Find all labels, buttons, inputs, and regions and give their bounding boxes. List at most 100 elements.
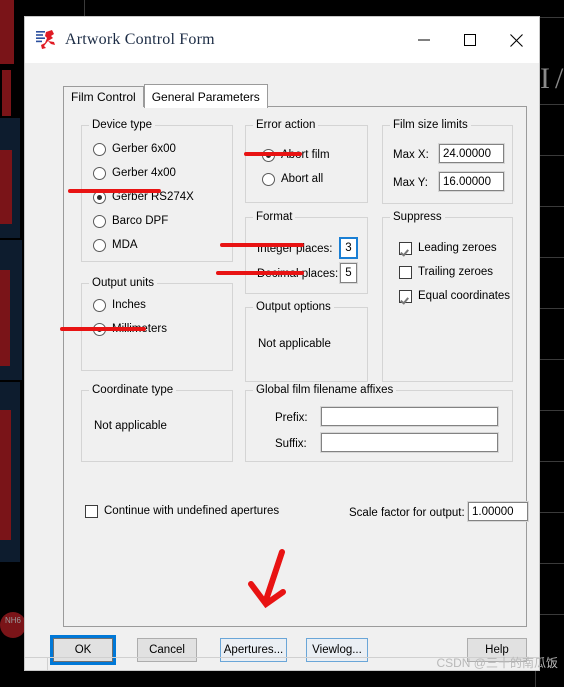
canvas-glyph: / bbox=[555, 62, 564, 95]
panel-row-divider bbox=[535, 461, 564, 462]
checkbox-trailing-zeroes[interactable]: Trailing zeroes bbox=[399, 264, 493, 280]
max-x-label: Max X: bbox=[393, 149, 429, 161]
panel-row-divider bbox=[535, 563, 564, 564]
radio-mda[interactable]: MDA bbox=[93, 237, 138, 253]
panel-row-divider bbox=[535, 104, 564, 105]
radio-label: Abort all bbox=[281, 173, 324, 185]
device-type-legend: Device type bbox=[89, 119, 156, 131]
integer-places-input[interactable]: 3 bbox=[340, 238, 357, 258]
checkbox-equal-coordinates[interactable]: Equal coordinates bbox=[399, 288, 510, 304]
panel-row-divider bbox=[535, 410, 564, 411]
suppress-group: Suppress Leading zeroes Trailing zeroes … bbox=[382, 211, 513, 382]
max-x-input[interactable]: 24.00000 bbox=[439, 144, 504, 163]
decimal-places-input[interactable]: 5 bbox=[340, 263, 357, 283]
pcb-trace bbox=[0, 270, 10, 366]
error-action-group: Error action Abort film Abort all bbox=[245, 119, 368, 203]
prefix-label: Prefix: bbox=[275, 412, 308, 424]
prefix-input[interactable] bbox=[321, 407, 498, 426]
annotation-underline-millimeters bbox=[60, 327, 146, 331]
maximize-icon bbox=[464, 34, 476, 46]
minimize-icon bbox=[418, 39, 430, 41]
max-y-input[interactable]: 16.00000 bbox=[439, 172, 504, 191]
radio-indicator bbox=[262, 172, 275, 186]
panel-row-divider bbox=[535, 308, 564, 309]
output-units-legend: Output units bbox=[89, 277, 158, 289]
checkbox-continue-undefined-apertures[interactable]: Continue with undefined apertures bbox=[85, 503, 279, 519]
checkbox-indicator bbox=[399, 289, 412, 303]
checkbox-indicator bbox=[85, 504, 98, 518]
ok-button[interactable]: OK bbox=[53, 638, 113, 662]
radio-indicator bbox=[93, 298, 106, 312]
radio-indicator bbox=[93, 166, 106, 180]
panel-row-divider bbox=[535, 257, 564, 258]
suffix-input[interactable] bbox=[321, 433, 498, 452]
close-icon bbox=[509, 33, 523, 47]
pcb-trace bbox=[2, 70, 11, 116]
panel-row-divider bbox=[535, 359, 564, 360]
tab-film-control[interactable]: Film Control bbox=[63, 86, 144, 107]
output-options-group: Output options Not applicable bbox=[245, 301, 368, 382]
checkbox-label: Continue with undefined apertures bbox=[104, 505, 280, 517]
radio-label: Inches bbox=[112, 299, 146, 311]
checkbox-indicator bbox=[399, 265, 412, 279]
radio-label: Gerber 4x00 bbox=[112, 167, 176, 179]
format-legend: Format bbox=[253, 211, 296, 223]
radio-gerber-6x00[interactable]: Gerber 6x00 bbox=[93, 141, 176, 157]
panel-row-divider bbox=[535, 155, 564, 156]
cad-net-label: NH6 bbox=[5, 616, 22, 625]
page-title: Artwork Control Form bbox=[65, 31, 215, 48]
radio-indicator bbox=[93, 214, 106, 228]
device-type-group: Device type Gerber 6x00 Gerber 4x00 Gerb… bbox=[81, 119, 233, 262]
max-y-label: Max Y: bbox=[393, 177, 428, 189]
filename-affixes-group: Global film filename affixes Prefix: Suf… bbox=[245, 384, 513, 462]
artwork-app-icon bbox=[35, 29, 57, 51]
annotation-underline-decimal-places bbox=[216, 271, 304, 275]
coordinate-type-group: Coordinate type Not applicable bbox=[81, 384, 233, 462]
output-options-value: Not applicable bbox=[258, 338, 331, 350]
maximize-button[interactable] bbox=[447, 17, 493, 63]
dialog-bottom-cell-divider bbox=[47, 657, 48, 670]
tab-general-parameters[interactable]: General Parameters bbox=[143, 84, 268, 108]
annotation-underline-abort-film bbox=[244, 152, 302, 156]
format-group: Format Integer places: 3 Decimal places:… bbox=[245, 211, 368, 294]
radio-label: MDA bbox=[112, 239, 138, 251]
minimize-button[interactable] bbox=[401, 17, 447, 63]
radio-abort-all[interactable]: Abort all bbox=[262, 171, 323, 187]
pcb-trace bbox=[0, 0, 14, 64]
film-size-limits-group: Film size limits Max X: 24.00000 Max Y: … bbox=[382, 119, 513, 204]
radio-indicator bbox=[93, 238, 106, 252]
canvas-glyph: I bbox=[540, 62, 550, 95]
close-button[interactable] bbox=[493, 17, 539, 63]
suppress-legend: Suppress bbox=[390, 211, 445, 223]
coordinate-type-legend: Coordinate type bbox=[89, 384, 177, 396]
radio-label: Barco DPF bbox=[112, 215, 169, 227]
checkbox-label: Leading zeroes bbox=[418, 242, 497, 254]
checkbox-leading-zeroes[interactable]: Leading zeroes bbox=[399, 240, 497, 256]
radio-gerber-4x00[interactable]: Gerber 4x00 bbox=[93, 165, 176, 181]
panel-row-divider bbox=[535, 512, 564, 513]
annotation-underline-integer-places bbox=[220, 243, 304, 247]
panel-row-divider bbox=[535, 614, 564, 615]
output-options-legend: Output options bbox=[253, 301, 334, 313]
coordinate-type-value: Not applicable bbox=[94, 420, 167, 432]
checkbox-indicator bbox=[399, 241, 412, 255]
film-size-limits-legend: Film size limits bbox=[390, 119, 471, 131]
viewlog-button[interactable]: Viewlog... bbox=[306, 638, 368, 662]
checkbox-label: Trailing zeroes bbox=[418, 266, 493, 278]
pcb-trace bbox=[0, 150, 12, 224]
dialog-titlebar[interactable]: Artwork Control Form bbox=[25, 17, 539, 63]
radio-inches[interactable]: Inches bbox=[93, 297, 146, 313]
apertures-button[interactable]: Apertures... bbox=[220, 638, 287, 662]
panel-row-divider bbox=[535, 206, 564, 207]
scale-factor-label: Scale factor for output: bbox=[349, 507, 465, 519]
suffix-label: Suffix: bbox=[275, 438, 307, 450]
tab-strip: Film Control General Parameters bbox=[63, 84, 268, 108]
cancel-button[interactable]: Cancel bbox=[137, 638, 197, 662]
pcb-trace bbox=[0, 410, 11, 540]
radio-indicator bbox=[93, 142, 106, 156]
canvas-divider bbox=[84, 0, 85, 18]
annotation-underline-gerber-rs274x bbox=[68, 189, 161, 193]
radio-barco-dpf[interactable]: Barco DPF bbox=[93, 213, 168, 229]
radio-label: Gerber 6x00 bbox=[112, 143, 176, 155]
scale-factor-input[interactable]: 1.00000 bbox=[468, 502, 528, 521]
